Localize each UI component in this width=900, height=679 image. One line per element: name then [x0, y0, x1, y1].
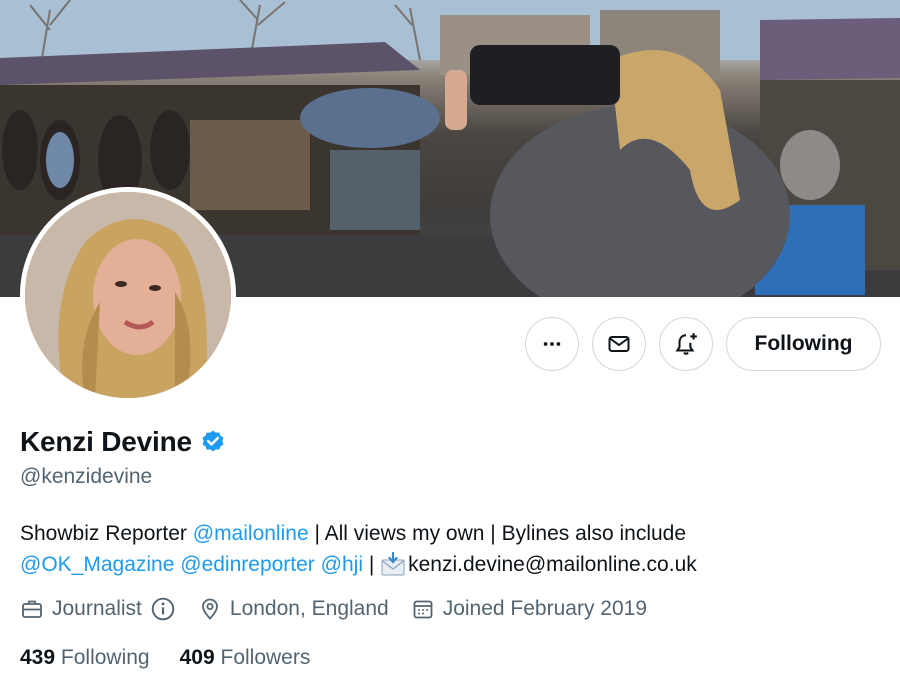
location-label: London, England — [229, 597, 389, 620]
following-stat-label: Following — [60, 646, 150, 669]
profile-category: Journalist — [20, 596, 176, 622]
profile-bio: Showbiz Reporter @mailonline | All views… — [20, 518, 890, 580]
profile-name-row: Kenzi Devine — [20, 426, 226, 458]
display-name: Kenzi Devine — [20, 426, 192, 457]
bio-text: | — [362, 553, 381, 576]
calendar-icon — [413, 600, 433, 619]
mention-link[interactable]: @hji — [321, 553, 363, 576]
following-button[interactable]: Following — [726, 317, 881, 371]
incoming-envelope-emoji-icon — [381, 552, 405, 576]
notifications-button[interactable] — [659, 317, 713, 371]
following-count: 439 — [20, 646, 56, 669]
bio-email: kenzi.devine@mailonline.co.uk — [408, 553, 697, 576]
briefcase-icon — [22, 600, 42, 618]
bell-plus-icon — [675, 333, 697, 355]
followers-count: 409 — [179, 646, 215, 669]
avatar-photo — [25, 192, 231, 398]
bio-text: | All views my own | Bylines also includ… — [308, 522, 687, 545]
profile-location: London, England — [198, 597, 389, 621]
envelope-icon — [608, 336, 630, 352]
profile-meta: Journalist London, England Joined Februa… — [20, 596, 669, 622]
mention-link[interactable]: @edinreporter — [180, 553, 315, 576]
verified-badge-icon[interactable] — [200, 429, 226, 455]
location-pin-icon — [201, 598, 218, 620]
profile-stats: 439 Following 409 Followers — [20, 646, 340, 670]
following-stat[interactable]: 439 Following — [20, 646, 150, 670]
profile-avatar[interactable] — [20, 187, 236, 403]
profile-joined: Joined February 2019 — [411, 597, 647, 621]
more-horizontal-icon — [543, 342, 561, 346]
mention-link[interactable]: @mailonline — [193, 522, 309, 545]
profile-handle: @kenzidevine — [20, 465, 153, 488]
message-button[interactable] — [592, 317, 646, 371]
more-options-button[interactable] — [525, 317, 579, 371]
joined-label: Joined February 2019 — [442, 597, 648, 620]
info-icon[interactable] — [150, 596, 176, 622]
followers-stat-label: Followers — [220, 646, 311, 669]
mention-link[interactable]: @OK_Magazine — [20, 553, 174, 576]
followers-stat[interactable]: 409 Followers — [180, 646, 311, 670]
bio-text: Showbiz Reporter — [20, 522, 193, 545]
category-label: Journalist — [52, 597, 142, 620]
